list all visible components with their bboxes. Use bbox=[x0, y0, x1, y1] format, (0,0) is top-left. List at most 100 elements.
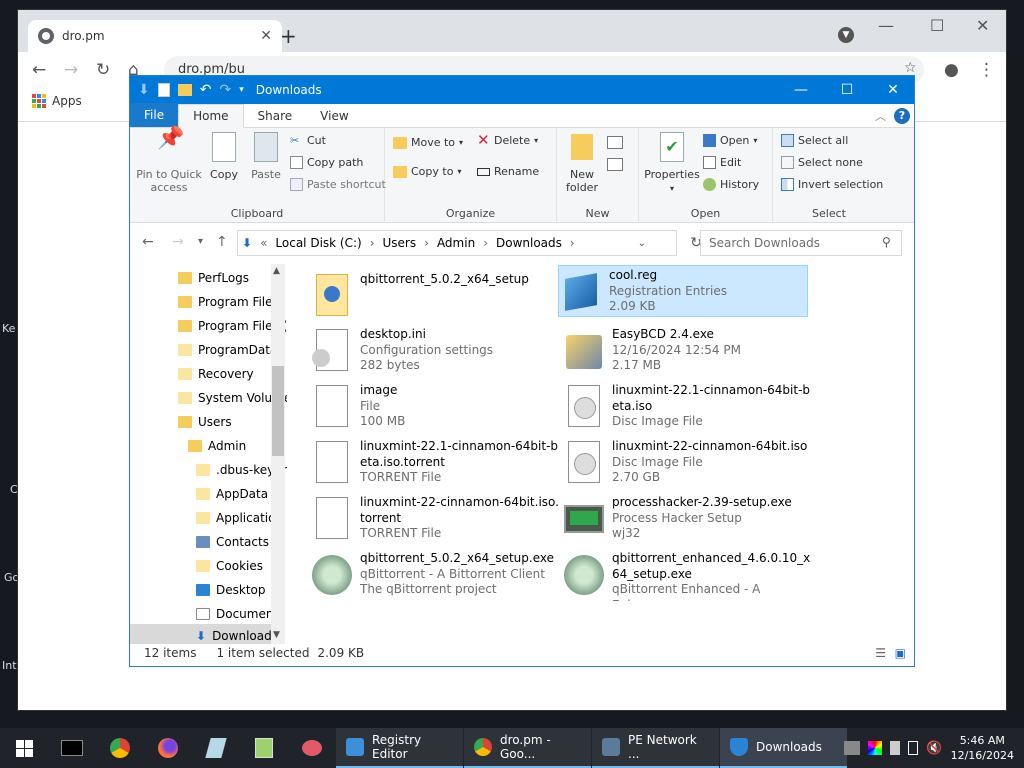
maximize-icon[interactable]: ☐ bbox=[930, 16, 944, 35]
file-item[interactable]: desktop.ini Configuration settings 282 byt… bbox=[310, 325, 560, 377]
cut-button[interactable]: ✂ Cut bbox=[290, 134, 326, 147]
scroll-up-icon[interactable]: ▲ bbox=[273, 266, 280, 276]
file-item-selected[interactable]: cool.reg Registration Entries 2.09 KB bbox=[558, 265, 808, 317]
menu-icon[interactable]: ⋮ bbox=[978, 60, 995, 80]
tab-search-icon[interactable]: ▼ bbox=[838, 27, 854, 43]
tab-file[interactable]: File bbox=[130, 103, 179, 127]
file-item[interactable]: linuxmint-22.1-cinnamon-64bit-beta.iso.t… bbox=[310, 437, 560, 489]
usb-icon[interactable] bbox=[890, 741, 901, 755]
cmd-taskbar-icon[interactable] bbox=[48, 728, 96, 768]
easy-access-button[interactable] bbox=[607, 158, 623, 171]
tree-item[interactable]: Cookies bbox=[196, 554, 263, 578]
desktop-label[interactable]: Go bbox=[4, 571, 19, 584]
new-folder-button[interactable]: New folder bbox=[561, 128, 603, 194]
pin-quick-access-button[interactable]: 📌 Pin to Quick access bbox=[136, 128, 202, 195]
file-item[interactable]: linuxmint-22.1-cinnamon-64bit-beta.iso Di… bbox=[562, 381, 812, 433]
scrollbar-thumb[interactable] bbox=[272, 366, 284, 456]
file-item[interactable]: EasyBCD 2.4.exe 12/16/2024 12:54 PM 2.17 M… bbox=[562, 325, 812, 377]
taskbar-task[interactable]: dro.pm - Goo... bbox=[464, 728, 591, 768]
search-input[interactable]: Search Downloads bbox=[700, 230, 902, 256]
tree-item[interactable]: Desktop bbox=[196, 578, 266, 602]
forward-icon[interactable]: → bbox=[172, 234, 184, 250]
bookmark-apps[interactable]: Apps bbox=[32, 94, 82, 108]
taskbar-task[interactable]: PE Network ... bbox=[592, 728, 719, 768]
large-icons-view-icon[interactable]: ▣ bbox=[881, 646, 906, 660]
back-icon[interactable]: ← bbox=[142, 234, 154, 250]
taskbar-task[interactable]: Registry Editor bbox=[336, 728, 463, 768]
breadcrumb-item[interactable]: Admin bbox=[437, 236, 475, 250]
maximize-icon[interactable]: ☐ bbox=[824, 76, 870, 104]
tree-item[interactable]: Users bbox=[178, 410, 232, 434]
file-item[interactable]: processhacker-2.39-setup.exe Process Hack… bbox=[562, 493, 812, 545]
help-icon[interactable]: ? bbox=[894, 108, 910, 124]
notepadpp-taskbar-icon[interactable] bbox=[240, 728, 288, 768]
back-icon[interactable]: ← bbox=[32, 60, 46, 80]
history-button[interactable]: History bbox=[703, 178, 759, 191]
desktop-label[interactable]: Ke bbox=[2, 322, 15, 335]
app-taskbar-icon[interactable] bbox=[288, 728, 336, 768]
new-folder-icon[interactable] bbox=[177, 84, 192, 96]
new-item-button[interactable] bbox=[607, 136, 623, 149]
file-item[interactable]: image File 100 MB bbox=[310, 381, 560, 433]
address-bar[interactable]: ⬇ « Local Disk (C:) › Users › Admin › Downl… bbox=[237, 230, 702, 256]
paste-button[interactable]: Paste bbox=[246, 128, 286, 181]
file-item[interactable]: qbittorrent_5.0.2_x64_setup bbox=[310, 270, 560, 322]
tree-item[interactable]: Admin bbox=[188, 434, 246, 458]
scroll-down-icon[interactable]: ▼ bbox=[273, 630, 280, 640]
copy-to-button[interactable]: Copy to ▾ bbox=[393, 165, 461, 178]
delete-button[interactable]: ✕ Delete ▾ bbox=[477, 133, 538, 148]
copy-button[interactable]: Copy bbox=[204, 128, 244, 181]
breadcrumb-item[interactable]: Users bbox=[383, 236, 417, 250]
collapse-ribbon-icon[interactable]: ︿ bbox=[875, 108, 886, 124]
tree-item[interactable]: ProgramData bbox=[178, 338, 277, 362]
tree-item[interactable]: Contacts bbox=[196, 530, 269, 554]
move-to-button[interactable]: Move to ▾ bbox=[393, 136, 463, 149]
tree-item[interactable]: PerfLogs bbox=[178, 266, 249, 290]
taskbar-task-active[interactable]: Downloads bbox=[720, 728, 847, 768]
rename-button[interactable]: Rename bbox=[477, 165, 539, 178]
select-none-button[interactable]: Select none bbox=[781, 156, 863, 169]
chrome-taskbar-icon[interactable] bbox=[96, 728, 144, 768]
up-icon[interactable]: ↑ bbox=[216, 234, 228, 250]
breadcrumb-item[interactable]: Local Disk (C:) bbox=[275, 236, 361, 250]
down-arrow-icon[interactable]: ⬇ bbox=[138, 82, 150, 98]
volume-muted-icon[interactable]: 🔇 bbox=[926, 741, 942, 756]
invert-selection-button[interactable]: Invert selection bbox=[781, 178, 883, 191]
minimize-icon[interactable]: — bbox=[878, 16, 894, 35]
color-icon[interactable] bbox=[868, 741, 883, 755]
paste-shortcut-button[interactable]: Paste shortcut bbox=[290, 178, 386, 191]
close-tab-icon[interactable]: ✕ bbox=[260, 28, 272, 44]
customize-qa-icon[interactable]: ▾ bbox=[239, 85, 244, 95]
forward-icon[interactable]: → bbox=[64, 60, 78, 80]
start-button[interactable] bbox=[0, 728, 48, 768]
tab-home[interactable]: Home bbox=[178, 104, 244, 128]
star-icon[interactable]: ☆ bbox=[904, 60, 917, 76]
desktop-label[interactable]: C bbox=[10, 483, 18, 496]
copy-path-button[interactable]: Copy path bbox=[290, 156, 363, 169]
tab-view[interactable]: View bbox=[306, 105, 362, 127]
clock[interactable]: 5:46 AM 12/16/2024 bbox=[951, 733, 1014, 763]
file-item[interactable]: linuxmint-22-cinnamon-64bit.iso Disc Imag… bbox=[562, 437, 812, 489]
properties-button[interactable]: ✔ Properties ▾ bbox=[643, 128, 701, 195]
select-all-button[interactable]: Select all bbox=[781, 134, 848, 147]
chevron-down-icon[interactable]: ⌄ bbox=[638, 238, 646, 249]
file-item[interactable]: qbittorrent_5.0.2_x64_setup.exe qBittorre… bbox=[310, 549, 560, 601]
reload-icon[interactable]: ↻ bbox=[96, 60, 110, 80]
tab-share[interactable]: Share bbox=[244, 105, 307, 127]
tree-item[interactable]: Program Files bbox=[178, 290, 279, 314]
undo-icon[interactable]: ↶ bbox=[200, 82, 212, 98]
recent-locations-icon[interactable]: ▾ bbox=[198, 236, 203, 247]
close-icon[interactable]: ✕ bbox=[976, 16, 989, 35]
close-icon[interactable]: ✕ bbox=[870, 76, 916, 104]
tray-app-icon[interactable] bbox=[844, 741, 861, 755]
desktop-label[interactable]: Int bbox=[2, 659, 17, 672]
new-tab-icon[interactable]: + bbox=[280, 24, 297, 48]
edit-button[interactable]: Edit bbox=[703, 156, 741, 169]
notepad-taskbar-icon[interactable] bbox=[192, 728, 240, 768]
file-item[interactable]: linuxmint-22-cinnamon-64bit.iso.torrent T… bbox=[310, 493, 560, 545]
redo-icon[interactable]: ↷ bbox=[219, 82, 231, 98]
profile-icon[interactable]: ● bbox=[944, 60, 959, 80]
tree-item[interactable]: AppData bbox=[196, 482, 268, 506]
properties-check-icon[interactable] bbox=[157, 83, 170, 97]
minimize-icon[interactable]: — bbox=[778, 76, 824, 104]
